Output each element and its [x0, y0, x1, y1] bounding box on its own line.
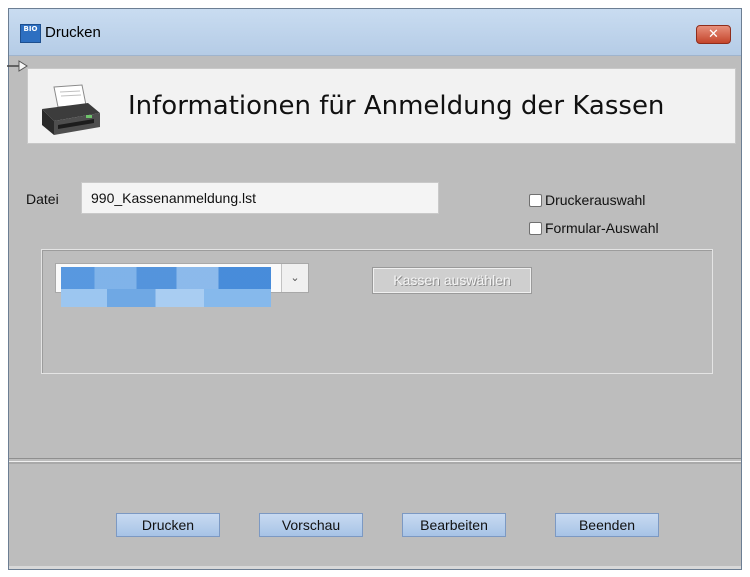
register-combo[interactable]: ⌄: [55, 263, 309, 307]
printer-select-checkbox[interactable]: [529, 193, 542, 207]
window-title: Drucken: [45, 24, 101, 41]
form-select-label: Formular-Auswahl: [545, 220, 659, 236]
close-button[interactable]: ✕: [696, 25, 731, 44]
edit-button[interactable]: Bearbeiten: [402, 513, 506, 537]
banner-title: Informationen für Anmeldung der Kassen: [128, 91, 665, 121]
redacted-selection-lower: [61, 289, 271, 307]
bottom-edge: [9, 566, 741, 569]
select-registers-button: Kassen auswählen: [373, 268, 531, 293]
title-bar[interactable]: BIO Drucken ✕: [9, 9, 741, 56]
file-name-field[interactable]: 990_Kassenanmeldung.lst: [81, 182, 439, 214]
app-logo-icon: BIO: [20, 24, 41, 43]
exit-button[interactable]: Beenden: [555, 513, 659, 537]
file-label: Datei: [26, 191, 59, 207]
divider-shadow: [9, 462, 741, 464]
printer-select-option[interactable]: Druckerauswahl: [529, 192, 645, 208]
form-select-checkbox[interactable]: [529, 221, 542, 235]
header-banner: Informationen für Anmeldung der Kassen: [27, 68, 736, 144]
preview-button[interactable]: Vorschau: [259, 513, 363, 537]
panel-grip-icon[interactable]: [7, 59, 29, 73]
print-dialog: BIO Drucken ✕ Informationen für Anmeldun…: [7, 8, 742, 570]
printer-icon: [42, 84, 100, 135]
chevron-down-icon[interactable]: ⌄: [281, 264, 308, 292]
form-select-option[interactable]: Formular-Auswahl: [529, 220, 659, 236]
print-button[interactable]: Drucken: [116, 513, 220, 537]
printer-select-label: Druckerauswahl: [545, 192, 646, 208]
